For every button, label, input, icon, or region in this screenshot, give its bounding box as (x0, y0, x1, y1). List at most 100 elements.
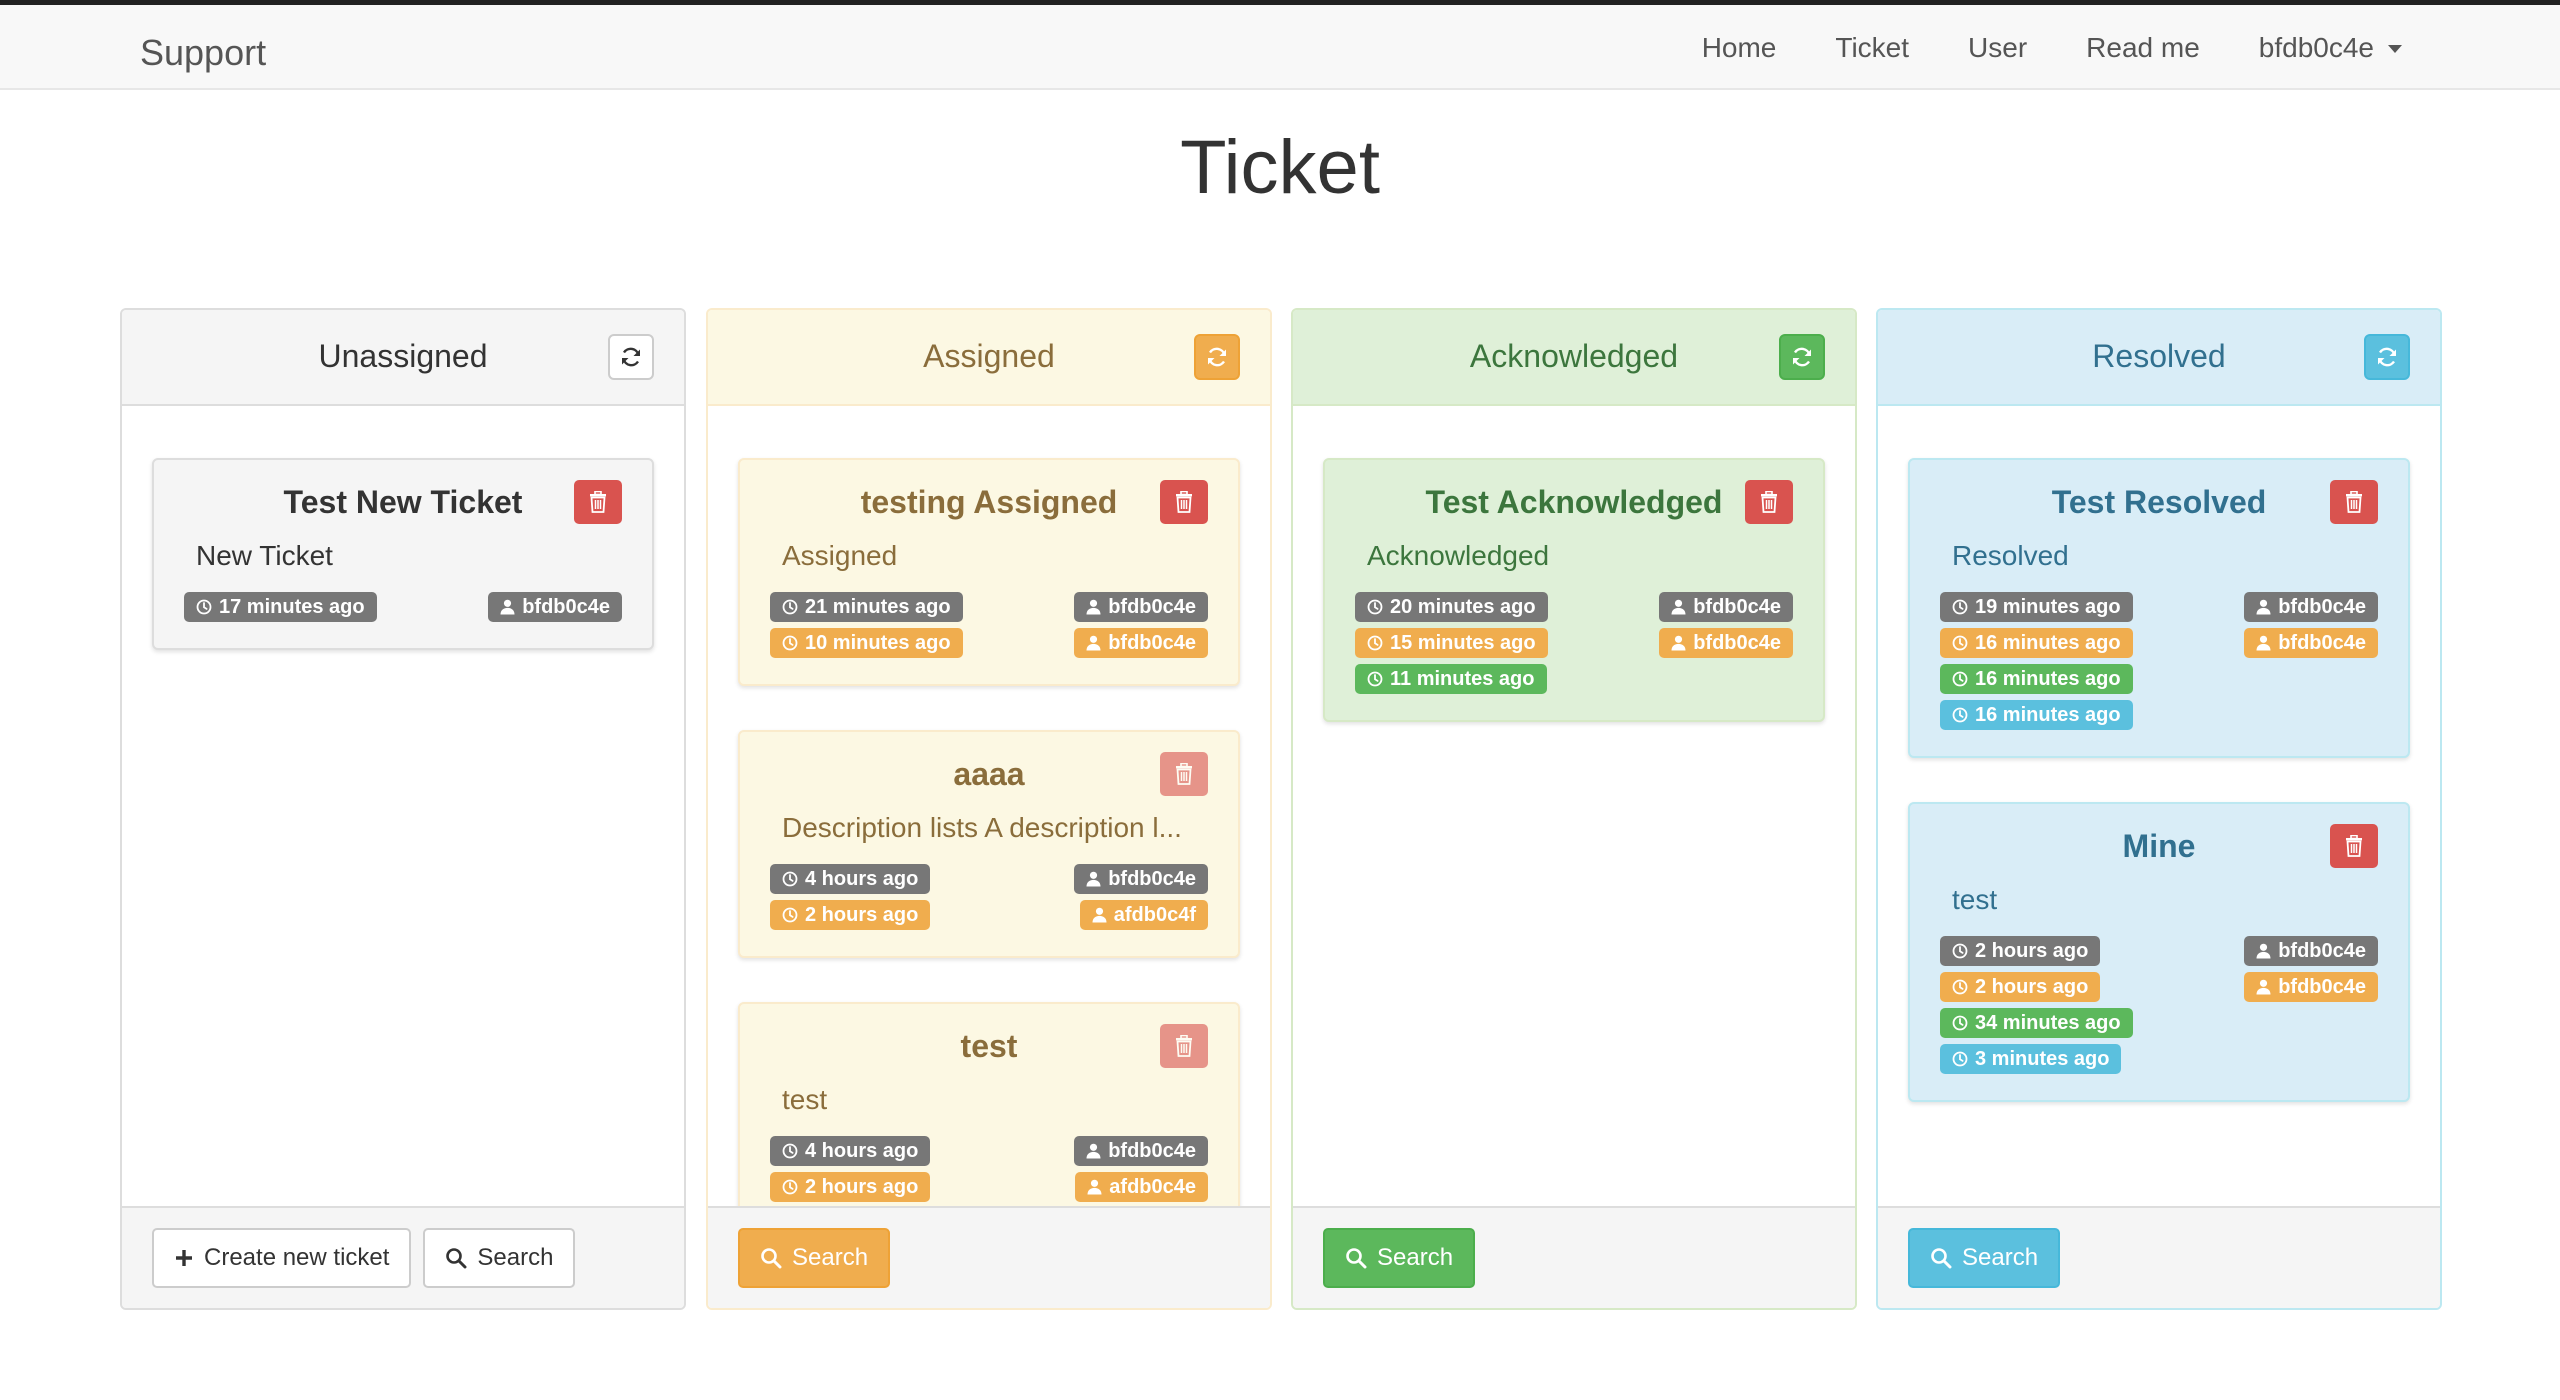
user-badge: bfdb0c4e (2244, 592, 2378, 622)
timestamp-text: 17 minutes ago (219, 595, 365, 618)
user-name: bfdb0c4e (1108, 631, 1196, 654)
user-icon (2256, 943, 2278, 959)
user-name: afdb0c4f (1113, 903, 1196, 926)
timestamp-badge: 4 hours ago (770, 864, 931, 894)
ticket-card[interactable]: test test 4 hours ago 2 hours ago bfdb0c4e af… (738, 1002, 1240, 1206)
timestamp-badge: 2 hours ago (770, 1172, 931, 1202)
ticket-meta: 4 hours ago 2 hours ago bfdb0c4e afdb0c4f (770, 864, 1208, 930)
user-badge: afdb0c4e (1075, 1172, 1208, 1202)
column-footer: Create new ticket Search (122, 1206, 684, 1308)
delete-ticket-button[interactable] (1160, 752, 1208, 796)
timestamp-text: 16 minutes ago (1975, 703, 2121, 726)
ticket-description: test (1952, 884, 1998, 915)
refresh-button[interactable] (2364, 334, 2410, 380)
ticket-card[interactable]: Test New Ticket New Ticket 17 minutes ago b… (152, 458, 654, 650)
clock-icon (1952, 671, 1975, 687)
search-button[interactable]: Search (1323, 1228, 1476, 1288)
ticket-title: Test Acknowledged (1425, 484, 1723, 520)
brand[interactable]: Support (140, 32, 266, 74)
ticket-meta: 2 hours ago 2 hours ago 34 minutes ago 3 mi… (1940, 936, 2378, 1074)
create-ticket-button[interactable]: Create new ticket (152, 1228, 412, 1288)
ticket-card[interactable]: testing Assigned Assigned 21 minutes ago 10… (738, 458, 1240, 686)
user-name: bfdb0c4e (2278, 939, 2366, 962)
create-ticket-label: Create new ticket (204, 1244, 390, 1271)
timestamp-text: 16 minutes ago (1975, 667, 2121, 690)
ticket-card[interactable]: Mine test 2 hours ago 2 hours ago 34 minutes… (1908, 802, 2410, 1102)
user-icon (1086, 599, 1108, 615)
column-body: Test New Ticket New Ticket 17 minutes ago b… (122, 406, 684, 1206)
user-name: bfdb0c4e (1693, 631, 1781, 654)
column-header: Unassigned (122, 310, 684, 406)
ticket-times: 20 minutes ago 15 minutes ago 11 minutes a… (1355, 592, 1548, 694)
ticket-users: bfdb0c4e bfdb0c4e (1659, 592, 1793, 694)
timestamp-badge: 21 minutes ago (770, 592, 963, 622)
timestamp-text: 2 hours ago (1975, 939, 2089, 962)
search-button[interactable]: Search (423, 1228, 576, 1288)
ticket-users: bfdb0c4e bfdb0c4e (1074, 592, 1208, 658)
delete-ticket-button[interactable] (574, 480, 622, 524)
user-badge: bfdb0c4e (1074, 628, 1208, 658)
ticket-card[interactable]: aaaa Description lists A description l...… (738, 730, 1240, 958)
delete-ticket-button[interactable] (2330, 824, 2378, 868)
nav-ticket-link[interactable]: Ticket (1835, 32, 1909, 64)
timestamp-badge: 16 minutes ago (1940, 700, 2133, 730)
user-menu-dropdown[interactable]: bfdb0c4e (2259, 32, 2402, 64)
delete-ticket-button[interactable] (1160, 480, 1208, 524)
trash-icon (2344, 491, 2364, 513)
search-button[interactable]: Search (1908, 1228, 2061, 1288)
refresh-icon (1790, 345, 1814, 369)
user-icon (2256, 599, 2278, 615)
search-icon (760, 1247, 792, 1269)
column-header: Resolved (1878, 310, 2440, 406)
column-body: testing Assigned Assigned 21 minutes ago 10… (708, 406, 1270, 1206)
clock-icon (782, 1179, 805, 1195)
column-body: Test Acknowledged Acknowledged 20 minutes … (1293, 406, 1855, 1206)
trash-icon (2344, 835, 2364, 857)
user-name: bfdb0c4e (1108, 1139, 1196, 1162)
delete-ticket-button[interactable] (2330, 480, 2378, 524)
search-icon (1345, 1247, 1377, 1269)
search-icon (1930, 1247, 1962, 1269)
timestamp-badge: 17 minutes ago (184, 592, 377, 622)
timestamp-text: 11 minutes ago (1390, 667, 1535, 690)
ticket-times: 4 hours ago 2 hours ago (770, 1136, 931, 1202)
timestamp-badge: 2 hours ago (1940, 936, 2101, 966)
user-icon (1671, 599, 1693, 615)
user-menu-label: bfdb0c4e (2258, 31, 2374, 63)
timestamp-text: 16 minutes ago (1975, 631, 2121, 654)
search-button[interactable]: Search (738, 1228, 891, 1288)
ticket-times: 17 minutes ago (184, 592, 377, 622)
refresh-button[interactable] (1779, 334, 1825, 380)
user-name: bfdb0c4e (1693, 595, 1781, 618)
clock-icon (1952, 707, 1975, 723)
ticket-users: bfdb0c4e afdb0c4f (1074, 864, 1208, 930)
delete-ticket-button[interactable] (1745, 480, 1793, 524)
search-label: Search (1377, 1244, 1454, 1271)
user-badge: bfdb0c4e (2244, 972, 2378, 1002)
ticket-title: testing Assigned (860, 484, 1118, 520)
user-icon (1086, 1143, 1108, 1159)
delete-ticket-button[interactable] (1160, 1024, 1208, 1068)
nav-readme-link[interactable]: Read me (2086, 32, 2200, 64)
trash-icon (1174, 1035, 1194, 1057)
nav-home-link[interactable]: Home (1702, 32, 1777, 64)
clock-icon (1952, 979, 1975, 995)
clock-icon (782, 871, 805, 887)
ticket-title: Test New Ticket (283, 484, 523, 520)
ticket-card[interactable]: Test Resolved Resolved 19 minutes ago 16 mi… (1908, 458, 2410, 758)
column-assigned: Assigned testing Assigned Assigned 21 minut… (706, 308, 1272, 1310)
user-icon (500, 599, 522, 615)
refresh-button[interactable] (608, 334, 654, 380)
column-footer: Search (708, 1206, 1270, 1308)
column-title: Assigned (923, 338, 1055, 374)
ticket-card[interactable]: Test Acknowledged Acknowledged 20 minutes … (1323, 458, 1825, 722)
caret-down-icon (2388, 45, 2402, 53)
timestamp-badge: 10 minutes ago (770, 628, 963, 658)
user-icon (1086, 871, 1108, 887)
timestamp-badge: 34 minutes ago (1940, 1008, 2133, 1038)
refresh-icon (619, 345, 643, 369)
nav-user-link[interactable]: User (1968, 32, 2027, 64)
ticket-description: New Ticket (196, 540, 333, 571)
refresh-button[interactable] (1194, 334, 1240, 380)
column-footer: Search (1878, 1206, 2440, 1308)
